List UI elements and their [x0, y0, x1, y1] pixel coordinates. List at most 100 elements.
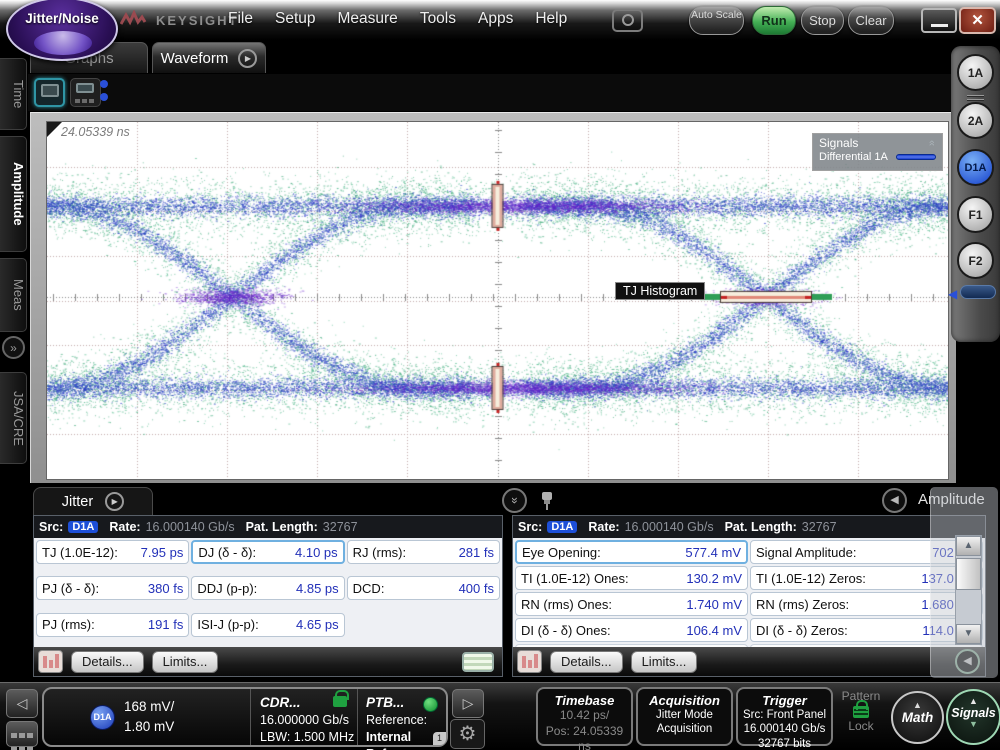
menu-setup[interactable]: Setup	[275, 10, 316, 28]
menu-tools[interactable]: Tools	[420, 10, 456, 28]
measurement-cell-rn-ones[interactable]: RN (rms) Ones:1.740 mV	[515, 592, 748, 616]
signals-legend[interactable]: Signals » Differential 1A	[812, 133, 943, 171]
acquisition-box[interactable]: Acquisition Jitter Mode Acquisition	[636, 687, 733, 746]
keysight-spark-icon	[120, 10, 150, 30]
signals-button[interactable]: ▲ Signals ▼	[946, 689, 1000, 745]
timebase-title: Timebase	[538, 693, 631, 708]
channel-button-2a[interactable]: 2A	[957, 102, 994, 139]
measurement-cell-isij[interactable]: ISI-J (p-p): 4.65 ps	[191, 613, 344, 637]
minimize-button[interactable]	[921, 8, 957, 33]
marker-dots-icon[interactable]	[100, 80, 108, 106]
menu-apps[interactable]: Apps	[478, 10, 513, 28]
math-button[interactable]: ▲ Math	[891, 691, 944, 744]
app-logo: Jitter/Noise	[6, 0, 118, 61]
measurement-value: 4.65 ps	[296, 617, 339, 632]
sidebar-expand-button[interactable]: »	[2, 336, 25, 359]
measurement-cell-dj[interactable]: DJ (δ - δ):4.10 ps	[191, 540, 344, 564]
sidebar-collapse-control[interactable]: ◀	[948, 284, 1000, 302]
tab-jitter-results[interactable]: Jitter ▶	[33, 487, 153, 515]
lock-icon	[333, 696, 347, 707]
gear-icon[interactable]: ⚙	[450, 719, 485, 749]
measurement-cell-eye-opening[interactable]: Eye Opening:577.4 mV	[515, 540, 748, 564]
channel-button-f1[interactable]: F1	[957, 196, 994, 233]
split-display-panes-icon	[75, 99, 94, 103]
timebase-box[interactable]: Timebase 10.42 ps/ Pos: 24.05339 ns	[536, 687, 633, 746]
nav-left-button[interactable]: ◁	[6, 689, 38, 718]
menu-help[interactable]: Help	[535, 10, 567, 28]
histogram-view-button[interactable]	[38, 650, 63, 673]
signals-label: Signals	[948, 706, 999, 720]
measurement-cell-di-ones[interactable]: DI (δ - δ) Ones:106.4 mV	[515, 618, 748, 642]
acquisition-mode: Jitter Mode	[638, 708, 731, 722]
measurement-label: TI (1.0E-12) Ones:	[521, 571, 629, 586]
clear-button[interactable]: Clear	[848, 6, 894, 35]
trigger-box[interactable]: Trigger Src: Front Panel 16.000140 Gb/s …	[736, 687, 833, 746]
status-green-icon	[423, 697, 438, 712]
scroll-up-button[interactable]: ▲	[956, 536, 981, 556]
measurement-cell-rj[interactable]: RJ (rms):281 fs	[347, 540, 500, 564]
src-channel-badge: D1A	[547, 521, 577, 533]
channel-button-f2[interactable]: F2	[957, 242, 994, 279]
close-button[interactable]: ✕	[959, 7, 996, 34]
details-button[interactable]: Details...	[71, 651, 144, 673]
run-button[interactable]: Run	[752, 6, 796, 35]
math-label: Math	[893, 710, 942, 725]
legend-collapse-icon[interactable]: »	[926, 140, 940, 146]
measurement-cell-dcd[interactable]: DCD:400 fs	[347, 576, 500, 600]
channel-scale[interactable]: 168 mV/	[124, 697, 174, 717]
collapse-results-button[interactable]: »	[502, 488, 527, 513]
histogram-view-button[interactable]	[517, 650, 542, 673]
cdr-section[interactable]: CDR... 16.000000 Gb/s LBW: 1.500 MHz	[250, 689, 357, 745]
single-display-button[interactable]	[34, 78, 65, 107]
auto-scale-button[interactable]: Auto Scale	[689, 6, 744, 35]
measurement-label: RJ (rms):	[353, 545, 406, 560]
measurement-label: ISI-J (p-p):	[197, 617, 258, 632]
measurement-cell-pj-rms[interactable]: PJ (rms):191 fs	[36, 613, 189, 637]
amplitude-source-line: Src: D1A Rate: 16.000140 Gb/s Pat. Lengt…	[513, 516, 985, 538]
split-display-button[interactable]	[70, 78, 101, 107]
measurement-cell-ddj[interactable]: DDJ (p-p):4.85 ps	[191, 576, 344, 600]
measurement-value: 400 fs	[459, 581, 494, 596]
sidebar-tab-meas[interactable]: Meas	[0, 258, 27, 332]
measurement-cell-pj-dd[interactable]: PJ (δ - δ):380 fs	[36, 576, 189, 600]
pattern-lock-box[interactable]: Pattern Lock	[838, 689, 884, 745]
tj-histogram-label: TJ Histogram	[615, 282, 705, 300]
play-icon[interactable]: ▶	[238, 49, 257, 68]
measurement-cell-tj[interactable]: TJ (1.0E-12):7.95 ps	[36, 540, 189, 564]
sidebar-tab-amplitude[interactable]: Amplitude	[0, 136, 27, 252]
scrollbar-thumb[interactable]	[956, 558, 981, 590]
up-triangle-icon: ▲	[893, 700, 942, 710]
limits-button[interactable]: Limits...	[631, 651, 698, 673]
sidebar-tab-time[interactable]: Time	[0, 58, 27, 130]
channel-badge[interactable]: D1A	[90, 705, 115, 730]
details-button[interactable]: Details...	[550, 651, 623, 673]
scrollbar[interactable]: ▲ ▼	[955, 535, 982, 645]
stop-button[interactable]: Stop	[801, 6, 844, 35]
pin-icon[interactable]	[540, 490, 554, 510]
channel-button-d1a[interactable]: D1A	[957, 149, 994, 186]
channel-button-1a[interactable]: 1A	[957, 54, 994, 91]
scroll-down-button[interactable]: ▼	[956, 624, 981, 644]
camera-icon[interactable]	[612, 9, 643, 32]
amplitude-panel-back-button[interactable]: ◀	[882, 488, 907, 513]
menu-measure[interactable]: Measure	[338, 10, 398, 28]
play-icon[interactable]: ▶	[105, 492, 124, 511]
tab-waveform[interactable]: Waveform ▶	[152, 42, 266, 73]
pattern-lock-label: Lock	[838, 719, 884, 733]
ptb-section[interactable]: PTB... Reference: Internal Reference 1	[357, 689, 446, 745]
eye-diagram-canvas[interactable]	[47, 122, 948, 479]
channel-section[interactable]: D1A 168 mV/ 1.80 mV	[44, 689, 250, 745]
top-menu-bar: KEYSIGHT File Setup Measure Tools Apps H…	[0, 0, 1000, 40]
channel-offset[interactable]: 1.80 mV	[124, 717, 174, 737]
measurement-cell-ti-ones[interactable]: TI (1.0E-12) Ones:130.2 mV	[515, 566, 748, 590]
measurement-value: 577.4 mV	[685, 545, 741, 560]
measurement-label: RN (rms) Ones:	[521, 597, 612, 612]
eye-diagram-plot[interactable]: 24.05339 ns Signals » Differential 1A TJ…	[46, 121, 949, 480]
keysight-logo: KEYSIGHT	[120, 10, 238, 30]
nav-right-button[interactable]: ▷	[452, 689, 484, 718]
limits-button[interactable]: Limits...	[152, 651, 219, 673]
menu-file[interactable]: File	[228, 10, 253, 28]
sidebar-tab-jsa-cre[interactable]: JSA/CRE	[0, 372, 27, 464]
cdr-lbw: LBW: 1.500 MHz	[260, 729, 357, 746]
grid-menu-button[interactable]	[6, 721, 38, 747]
